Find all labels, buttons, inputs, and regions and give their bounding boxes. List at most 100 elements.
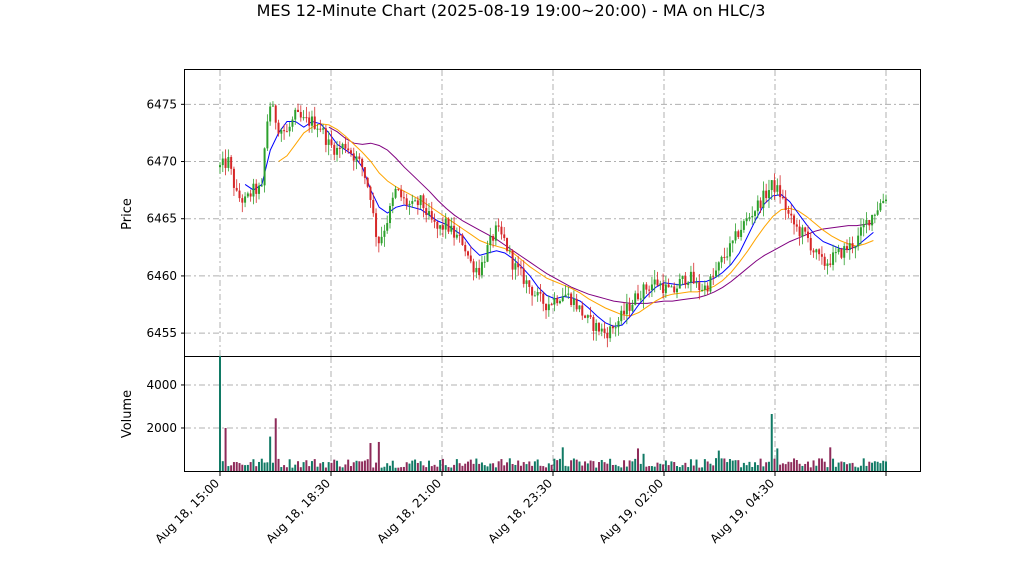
candle-body bbox=[235, 187, 238, 191]
volume-bar bbox=[394, 467, 397, 471]
candle-body bbox=[662, 283, 665, 294]
volume-bar bbox=[667, 465, 670, 471]
candle-body bbox=[302, 117, 305, 119]
price-y-ticks: 6455 6460 6465 6470 6475 bbox=[146, 97, 185, 340]
volume-bar bbox=[547, 463, 550, 471]
candle-body bbox=[280, 130, 283, 134]
volume-bar bbox=[851, 462, 854, 471]
volume-bar bbox=[380, 467, 383, 471]
volume-bar bbox=[397, 467, 400, 471]
candle-body bbox=[486, 245, 489, 262]
candle-body bbox=[528, 280, 531, 287]
volume-bar bbox=[879, 463, 882, 471]
volume-bar bbox=[687, 467, 690, 471]
candle-body bbox=[723, 256, 726, 258]
volume-bar bbox=[673, 462, 676, 471]
volume-bar bbox=[319, 463, 322, 471]
volume-bar bbox=[447, 467, 450, 471]
volume-bar bbox=[453, 464, 456, 471]
volume-bar bbox=[564, 465, 567, 471]
volume-bar bbox=[400, 467, 403, 471]
volume-bar bbox=[402, 466, 405, 471]
candle-body bbox=[793, 215, 796, 225]
volume-bar bbox=[439, 460, 442, 471]
volume-bar bbox=[609, 458, 612, 471]
volume-bar bbox=[617, 466, 620, 471]
candle-body bbox=[269, 106, 272, 122]
candle-body bbox=[355, 156, 358, 161]
volume-bar bbox=[375, 462, 378, 471]
candle-body bbox=[455, 234, 458, 238]
volume-bar bbox=[433, 464, 436, 471]
volume-bar bbox=[781, 463, 784, 471]
volume-bar bbox=[405, 462, 408, 471]
volume-bar bbox=[868, 461, 871, 471]
volume-bar bbox=[241, 464, 244, 471]
candle-body bbox=[316, 128, 319, 130]
volume-bar bbox=[539, 465, 542, 471]
volume-bar bbox=[614, 464, 617, 471]
ma-line-orange bbox=[278, 123, 874, 317]
candle-body bbox=[731, 240, 734, 244]
candle-body bbox=[572, 298, 575, 305]
volume-bar bbox=[815, 465, 818, 471]
volume-bar bbox=[500, 459, 503, 471]
candle-body bbox=[271, 105, 274, 107]
volume-bar bbox=[283, 465, 286, 471]
volume-bar bbox=[386, 463, 389, 471]
volume-bar bbox=[467, 461, 470, 471]
candle-body bbox=[542, 293, 545, 304]
volume-bar bbox=[745, 465, 748, 471]
candle-body bbox=[411, 201, 414, 204]
volume-bar bbox=[770, 414, 773, 471]
candle-body bbox=[517, 263, 520, 268]
volume-bar bbox=[715, 458, 718, 471]
volume-bar bbox=[492, 463, 495, 471]
candle-body bbox=[684, 275, 687, 286]
volume-bar bbox=[653, 466, 656, 471]
candle-body bbox=[525, 280, 528, 284]
volume-bar bbox=[773, 458, 776, 471]
volume-bar bbox=[806, 461, 809, 471]
price-tick-label: 6455 bbox=[146, 326, 177, 340]
x-tick-label: Aug 18, 21:00 bbox=[374, 476, 444, 546]
candle-body bbox=[494, 225, 497, 241]
candle-body bbox=[848, 243, 851, 251]
volume-bar bbox=[461, 465, 464, 471]
candle-body bbox=[514, 263, 517, 270]
volume-bar bbox=[324, 467, 327, 471]
volume-bar bbox=[639, 463, 642, 471]
volume-bar bbox=[865, 465, 868, 471]
candle-body bbox=[444, 218, 447, 230]
volume-bar bbox=[804, 463, 807, 471]
candle-body bbox=[765, 190, 768, 199]
volume-bar bbox=[355, 460, 358, 471]
candle-body bbox=[458, 234, 461, 236]
candle-body bbox=[489, 236, 492, 246]
candle-body bbox=[422, 195, 425, 209]
volume-bar bbox=[611, 465, 614, 471]
volume-bar bbox=[349, 466, 352, 471]
volume-bar bbox=[728, 458, 731, 471]
volume-bar bbox=[603, 462, 606, 471]
candle-body bbox=[809, 237, 812, 251]
candle-body bbox=[645, 284, 648, 290]
candle-body bbox=[776, 185, 779, 192]
volume-y-ticks: 2000 4000 bbox=[146, 378, 185, 435]
volume-bar bbox=[427, 460, 430, 471]
volume-bar bbox=[430, 466, 433, 471]
candle-body bbox=[832, 252, 835, 265]
candle-body bbox=[349, 150, 352, 154]
volume-bar bbox=[698, 467, 701, 471]
volume-bar bbox=[414, 459, 417, 471]
candle-body bbox=[519, 267, 522, 269]
volume-bar bbox=[558, 458, 561, 471]
volume-bar bbox=[327, 462, 330, 471]
candle-body bbox=[419, 195, 422, 206]
candle-body bbox=[801, 227, 804, 237]
candle-body bbox=[305, 117, 308, 119]
volume-bar bbox=[408, 463, 411, 471]
volume-bar bbox=[514, 464, 517, 471]
candle-body bbox=[806, 231, 809, 238]
candle-body bbox=[241, 198, 244, 203]
